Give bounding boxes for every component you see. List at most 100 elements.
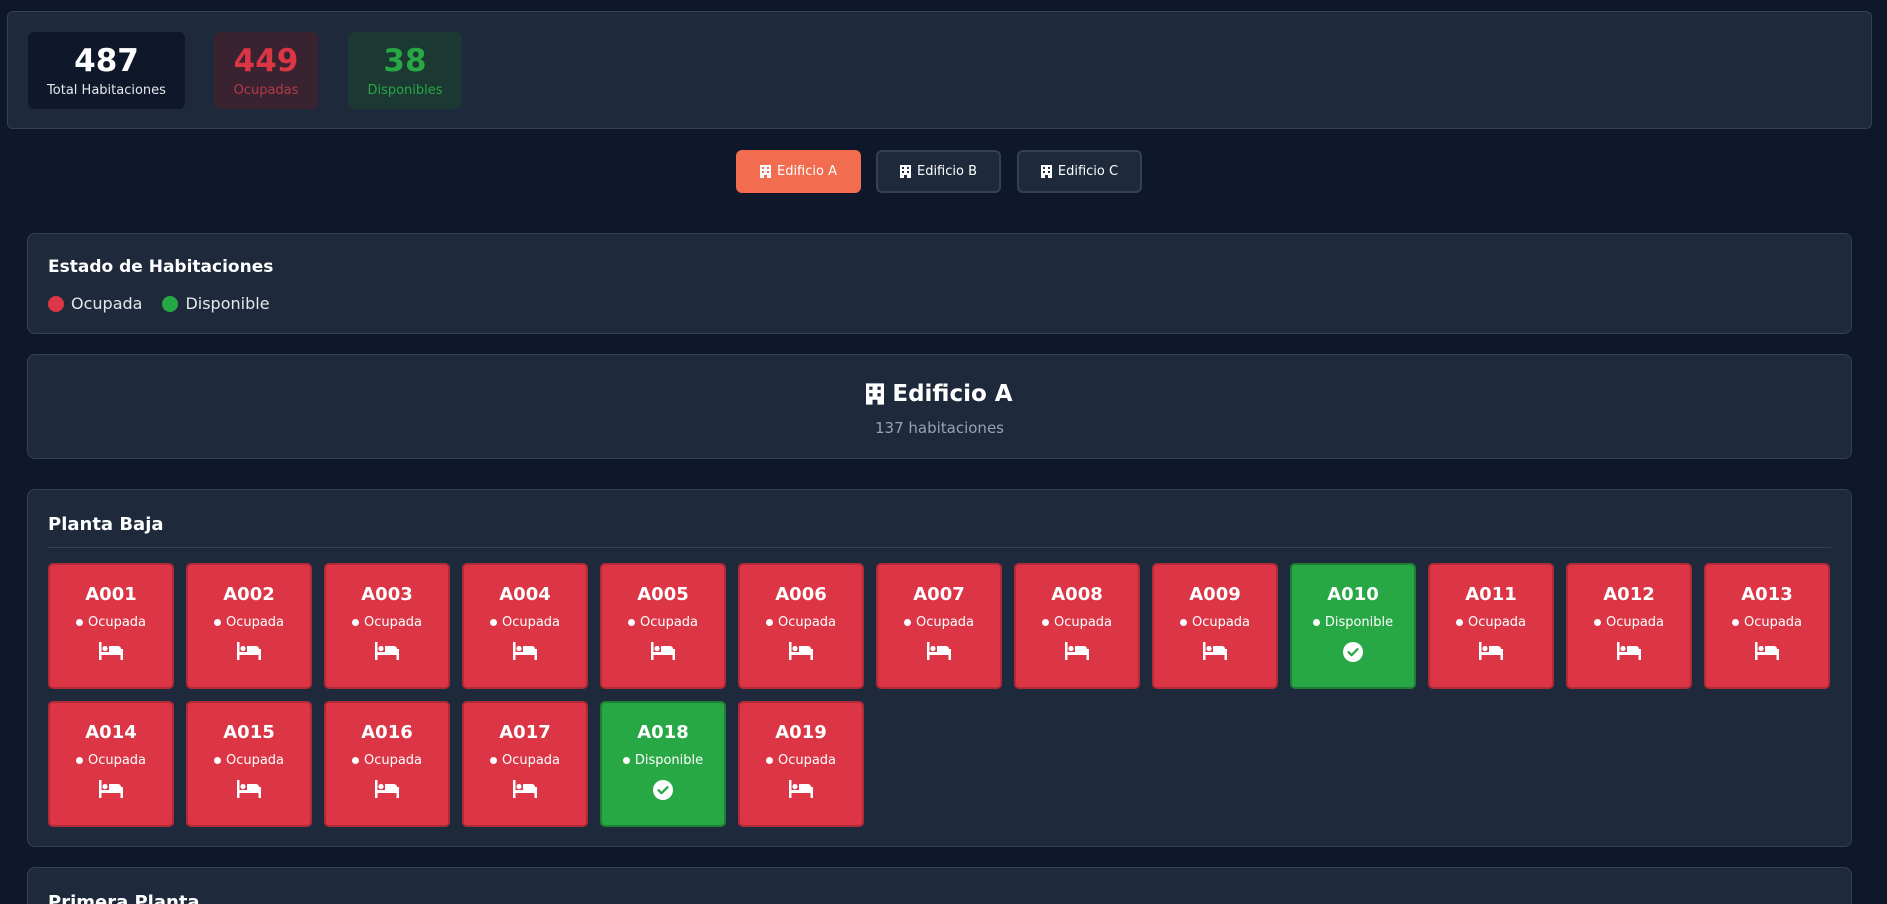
room-status-text: Ocupada bbox=[87, 753, 147, 768]
bed-icon bbox=[927, 630, 951, 660]
room-status-text: Ocupada bbox=[501, 615, 561, 630]
status-dot bbox=[1312, 619, 1320, 626]
room-code: A011 bbox=[1465, 584, 1517, 605]
room-code: A016 bbox=[361, 722, 413, 743]
room-card-a003[interactable]: A003 Ocupada bbox=[324, 563, 450, 689]
building-title: Edificio A bbox=[28, 381, 1851, 407]
room-card-a011[interactable]: A011 Ocupada bbox=[1428, 563, 1554, 689]
room-code: A012 bbox=[1603, 584, 1655, 605]
room-status: Ocupada bbox=[213, 615, 284, 630]
building-tabs: Edificio A Edificio B Edificio C bbox=[0, 150, 1887, 193]
room-card-a004[interactable]: A004 Ocupada bbox=[462, 563, 588, 689]
status-dot bbox=[1179, 619, 1187, 626]
status-dot bbox=[1731, 619, 1739, 626]
stat-occupied: 449 Ocupadas bbox=[214, 32, 318, 109]
room-status: Ocupada bbox=[351, 615, 423, 630]
stat-available: 38 Disponibles bbox=[348, 32, 462, 109]
floor-title: Primera Planta bbox=[48, 892, 200, 904]
room-card-a002[interactable]: A002 Ocupada bbox=[186, 563, 312, 689]
room-code: A007 bbox=[913, 584, 965, 605]
bed-icon bbox=[513, 768, 537, 798]
room-status-text: Ocupada bbox=[363, 753, 423, 768]
room-status-text: Ocupada bbox=[225, 753, 285, 768]
room-code: A005 bbox=[637, 584, 689, 605]
room-code: A009 bbox=[1189, 584, 1241, 605]
stat-total-value: 487 bbox=[74, 43, 139, 79]
status-dot bbox=[213, 757, 221, 764]
room-status: Disponible bbox=[622, 753, 704, 768]
bed-icon bbox=[99, 630, 123, 660]
room-code: A002 bbox=[223, 584, 275, 605]
legend-item-disponible: Disponible bbox=[162, 294, 270, 313]
room-card-a007[interactable]: A007 Ocupada bbox=[876, 563, 1002, 689]
bed-icon bbox=[1617, 630, 1641, 660]
status-dot bbox=[213, 619, 221, 626]
room-card-a017[interactable]: A017 Ocupada bbox=[462, 701, 588, 827]
room-status-text: Ocupada bbox=[915, 615, 975, 630]
room-card-a009[interactable]: A009 Ocupada bbox=[1152, 563, 1278, 689]
room-code: A004 bbox=[499, 584, 551, 605]
room-code: A017 bbox=[499, 722, 551, 743]
room-status: Disponible bbox=[1312, 615, 1393, 630]
room-card-a010[interactable]: A010 Disponible bbox=[1290, 563, 1416, 689]
check-circle-icon bbox=[1343, 630, 1363, 662]
legend-label: Disponible bbox=[185, 294, 270, 313]
tab-label: Edificio A bbox=[776, 164, 837, 179]
room-card-a016[interactable]: A016 Ocupada bbox=[324, 701, 450, 827]
check-circle-icon bbox=[653, 768, 673, 800]
stat-available-value: 38 bbox=[383, 43, 427, 79]
room-card-a008[interactable]: A008 Ocupada bbox=[1014, 563, 1140, 689]
status-dot bbox=[765, 619, 773, 626]
room-status: Ocupada bbox=[1179, 615, 1250, 630]
room-card-a019[interactable]: A019 Ocupada bbox=[738, 701, 864, 827]
room-card-a001[interactable]: A001 Ocupada bbox=[48, 563, 174, 689]
room-code: A013 bbox=[1741, 584, 1793, 605]
room-status: Ocupada bbox=[351, 753, 423, 768]
tab-edificio-c[interactable]: Edificio C bbox=[1017, 150, 1142, 193]
room-status-text: Ocupada bbox=[363, 615, 423, 630]
status-dot bbox=[351, 619, 359, 626]
legend-title: Estado de Habitaciones bbox=[48, 257, 274, 277]
room-card-a006[interactable]: A006 Ocupada bbox=[738, 563, 864, 689]
room-status-text: Ocupada bbox=[87, 615, 147, 630]
tab-edificio-a[interactable]: Edificio A bbox=[736, 150, 861, 193]
room-card-a015[interactable]: A015 Ocupada bbox=[186, 701, 312, 827]
building-room-count: 137 habitaciones bbox=[874, 419, 1004, 437]
status-dot bbox=[765, 757, 773, 764]
room-card-a014[interactable]: A014 Ocupada bbox=[48, 701, 174, 827]
tab-label: Edificio C bbox=[1057, 164, 1119, 179]
floor-title: Planta Baja bbox=[48, 514, 164, 535]
room-card-a005[interactable]: A005 Ocupada bbox=[600, 563, 726, 689]
status-dot bbox=[75, 757, 83, 764]
room-code: A018 bbox=[637, 722, 689, 743]
room-status: Ocupada bbox=[75, 615, 147, 630]
room-status-text: Ocupada bbox=[501, 753, 561, 768]
room-status: Ocupada bbox=[213, 753, 285, 768]
room-card-a018[interactable]: A018 Disponible bbox=[600, 701, 726, 827]
bed-icon bbox=[1203, 630, 1227, 660]
tab-edificio-b[interactable]: Edificio B bbox=[876, 150, 1001, 193]
room-code: A014 bbox=[85, 722, 137, 743]
room-status-text: Ocupada bbox=[777, 753, 837, 768]
status-dot bbox=[1593, 619, 1601, 626]
room-status-text: Ocupada bbox=[1743, 615, 1803, 630]
bed-icon bbox=[237, 630, 261, 660]
room-status-text: Disponible bbox=[634, 753, 704, 768]
bed-icon bbox=[513, 630, 537, 660]
room-card-a012[interactable]: A012 Ocupada bbox=[1566, 563, 1692, 689]
stat-available-label: Disponibles bbox=[367, 83, 443, 98]
room-code: A003 bbox=[361, 584, 413, 605]
room-status: Ocupada bbox=[1593, 615, 1664, 630]
floor-divider bbox=[48, 547, 1831, 548]
stats-bar: 487 Total Habitaciones 449 Ocupadas 38 D… bbox=[7, 11, 1872, 129]
room-status: Ocupada bbox=[903, 615, 975, 630]
bed-icon bbox=[237, 768, 261, 798]
floor-section-planta-baja: Planta Baja A001 Ocupada A002 Ocupada A003 Oc… bbox=[27, 489, 1852, 847]
bed-icon bbox=[1479, 630, 1503, 660]
bed-icon bbox=[789, 768, 813, 798]
bed-icon bbox=[651, 630, 675, 660]
room-card-a013[interactable]: A013 Ocupada bbox=[1704, 563, 1830, 689]
status-dot bbox=[351, 757, 359, 764]
room-code: A001 bbox=[85, 584, 137, 605]
building-icon bbox=[759, 165, 771, 178]
